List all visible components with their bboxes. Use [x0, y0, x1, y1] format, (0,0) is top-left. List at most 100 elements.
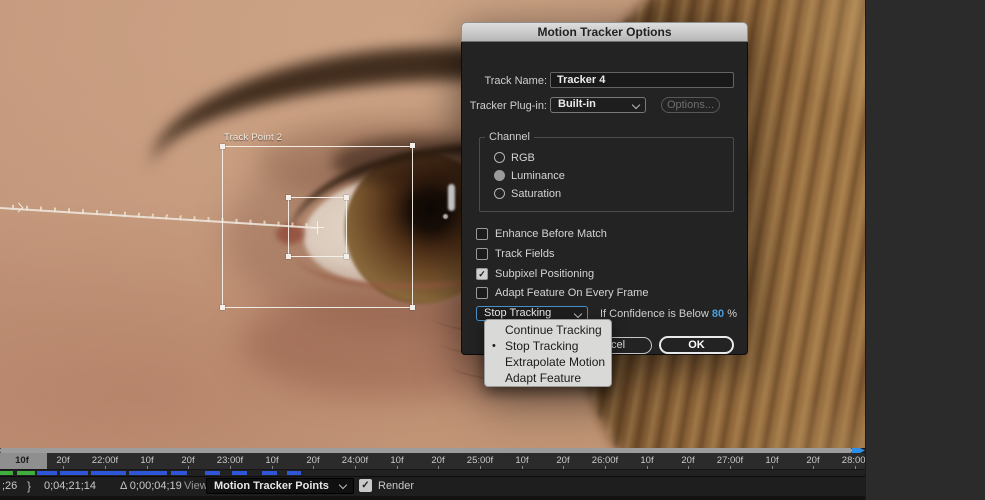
track-point-label[interactable]: Track Point 2 — [224, 132, 282, 143]
radio-rgb-label: RGB — [511, 152, 535, 164]
menu-item-label: Stop Tracking — [505, 339, 578, 353]
cached-frames-indicator — [171, 471, 187, 475]
checkbox-icon[interactable] — [476, 287, 488, 299]
options-button[interactable]: Options... — [661, 97, 720, 113]
plugin-dropdown[interactable]: Built-in — [550, 97, 646, 113]
ruler-tick-mark — [313, 466, 314, 469]
ruler-tick-mark — [230, 466, 231, 469]
ruler-tick-mark — [855, 466, 856, 469]
ruler-tick-mark — [147, 466, 148, 469]
ruler-frame-label: 20f — [56, 455, 69, 466]
track-name-label: Track Name: — [462, 75, 547, 87]
ruler-tick-mark — [772, 466, 773, 469]
render-checkbox[interactable]: ✓ — [359, 479, 372, 492]
track-name-input[interactable]: Tracker 4 — [550, 72, 734, 88]
ruler-tick-mark — [813, 466, 814, 469]
menu-item-continue-tracking[interactable]: Continue Tracking — [485, 322, 611, 338]
checkbox-checked-icon[interactable]: ✓ — [476, 268, 488, 280]
app-window: Track Point 2 10f 20f 22:00f 10f 20f 23:00f 10… — [0, 0, 985, 500]
dialog-title-bar[interactable]: Motion Tracker Options — [461, 22, 748, 42]
radio-rgb[interactable]: RGB — [494, 151, 535, 164]
attach-point-crosshair-icon[interactable] — [317, 221, 318, 234]
radio-icon[interactable] — [494, 188, 505, 199]
feature-region-handle[interactable] — [344, 254, 349, 259]
checkbox-track-fields[interactable]: Track Fields — [476, 247, 555, 260]
ruler-frame-label: 10f — [515, 455, 528, 466]
search-region-handle[interactable] — [220, 144, 225, 149]
checkbox-subpixel-positioning[interactable]: ✓ Subpixel Positioning — [476, 267, 594, 280]
ruler-frame-label: 10f — [265, 455, 278, 466]
ruler-frame-label: 20f — [181, 455, 194, 466]
confidence-unit: % — [727, 308, 737, 320]
ruler-tick-mark — [438, 466, 439, 469]
radio-selected-icon[interactable] — [494, 170, 505, 181]
ruler-frame-label: 22:00f — [92, 455, 118, 466]
ok-button[interactable]: OK — [659, 336, 734, 354]
ruler-tick-mark — [355, 466, 356, 469]
ruler-frame-label: 10f — [640, 455, 653, 466]
time-ruler[interactable]: 10f20f22:00f10f20f23:00f10f20f24:00f10f2… — [0, 453, 865, 470]
plugin-label: Tracker Plug-in: — [462, 100, 547, 112]
view-dropdown[interactable]: Motion Tracker Points — [206, 478, 354, 494]
cached-frames-indicator — [262, 471, 277, 475]
current-timecode[interactable]: 0;04;21;14 — [44, 480, 96, 492]
confidence-value[interactable]: 80 — [712, 308, 724, 320]
ruler-frame-label: 10f — [765, 455, 778, 466]
ruler-tick-mark — [522, 466, 523, 469]
split-marker-icon: } — [27, 479, 31, 493]
search-region-handle[interactable] — [410, 143, 415, 148]
checkbox-enhance-before-match[interactable]: Enhance Before Match — [476, 227, 607, 240]
radio-saturation-label: Saturation — [511, 188, 561, 200]
ruler-tick-mark — [480, 466, 481, 469]
radio-icon[interactable] — [494, 152, 505, 163]
checkbox-icon[interactable] — [476, 228, 488, 240]
cached-frames-indicator — [60, 471, 88, 475]
confidence-action-value: Stop Tracking — [484, 307, 551, 319]
channel-legend: Channel — [485, 131, 534, 143]
menu-item-label: Continue Tracking — [505, 323, 602, 337]
ruler-frame-label: 20f — [556, 455, 569, 466]
chevron-down-icon — [574, 310, 582, 318]
radio-luminance[interactable]: Luminance — [494, 169, 565, 182]
ruler-frame-label: 20f — [306, 455, 319, 466]
timeline-bottom-strip — [0, 496, 865, 500]
view-dropdown-value: Motion Tracker Points — [214, 480, 329, 492]
chevron-down-icon — [339, 481, 347, 489]
motion-tracker-options-dialog: Motion Tracker Options Track Name: Track… — [461, 22, 748, 355]
timeline-status-bar: ;26 } 0;04;21;14 Δ 0;00;04;19 View: Moti… — [0, 476, 865, 496]
feature-region-handle[interactable] — [286, 195, 291, 200]
ruler-frame-label: 28:00f — [842, 455, 865, 466]
ruler-frame-label: 10f — [140, 455, 153, 466]
dialog-body: Track Name: Tracker 4 Tracker Plug-in: B… — [461, 42, 748, 355]
chevron-down-icon — [632, 101, 640, 109]
delta-timecode[interactable]: Δ 0;00;04;19 — [120, 480, 182, 492]
radio-luminance-label: Luminance — [511, 170, 565, 182]
ruler-tick-mark — [688, 466, 689, 469]
feature-region-handle[interactable] — [286, 254, 291, 259]
cached-frames-indicator — [37, 471, 57, 475]
ruler-tick-mark — [730, 466, 731, 469]
menu-item-label: Extrapolate Motion — [505, 355, 605, 369]
ruler-tick-mark — [563, 466, 564, 469]
menu-item-extrapolate-motion[interactable]: Extrapolate Motion — [485, 354, 611, 370]
menu-item-adapt-feature[interactable]: Adapt Feature — [485, 370, 611, 386]
checkbox-icon[interactable] — [476, 248, 488, 260]
ruler-tick-mark — [272, 466, 273, 469]
radio-saturation[interactable]: Saturation — [494, 187, 561, 200]
menu-item-label: Adapt Feature — [505, 371, 581, 385]
search-region-handle[interactable] — [220, 305, 225, 310]
ruler-frame-label: 20f — [806, 455, 819, 466]
ruler-frame-label: 27:00f — [717, 455, 743, 466]
search-region-handle[interactable] — [410, 305, 415, 310]
plugin-dropdown-value: Built-in — [558, 98, 596, 110]
feature-region-handle[interactable] — [344, 195, 349, 200]
ruler-frame-label: 20f — [431, 455, 444, 466]
cached-frames-indicator — [91, 471, 126, 475]
ruler-tick-mark — [397, 466, 398, 469]
menu-item-stop-tracking[interactable]: • Stop Tracking — [485, 338, 611, 354]
checkbox-adapt-feature[interactable]: Adapt Feature On Every Frame — [476, 286, 648, 299]
ruler-tick-mark — [605, 466, 606, 469]
ruler-frame-label: 23:00f — [217, 455, 243, 466]
timeline-panel: 10f20f22:00f10f20f23:00f10f20f24:00f10f2… — [0, 448, 865, 500]
cached-frames-indicator — [287, 471, 301, 475]
